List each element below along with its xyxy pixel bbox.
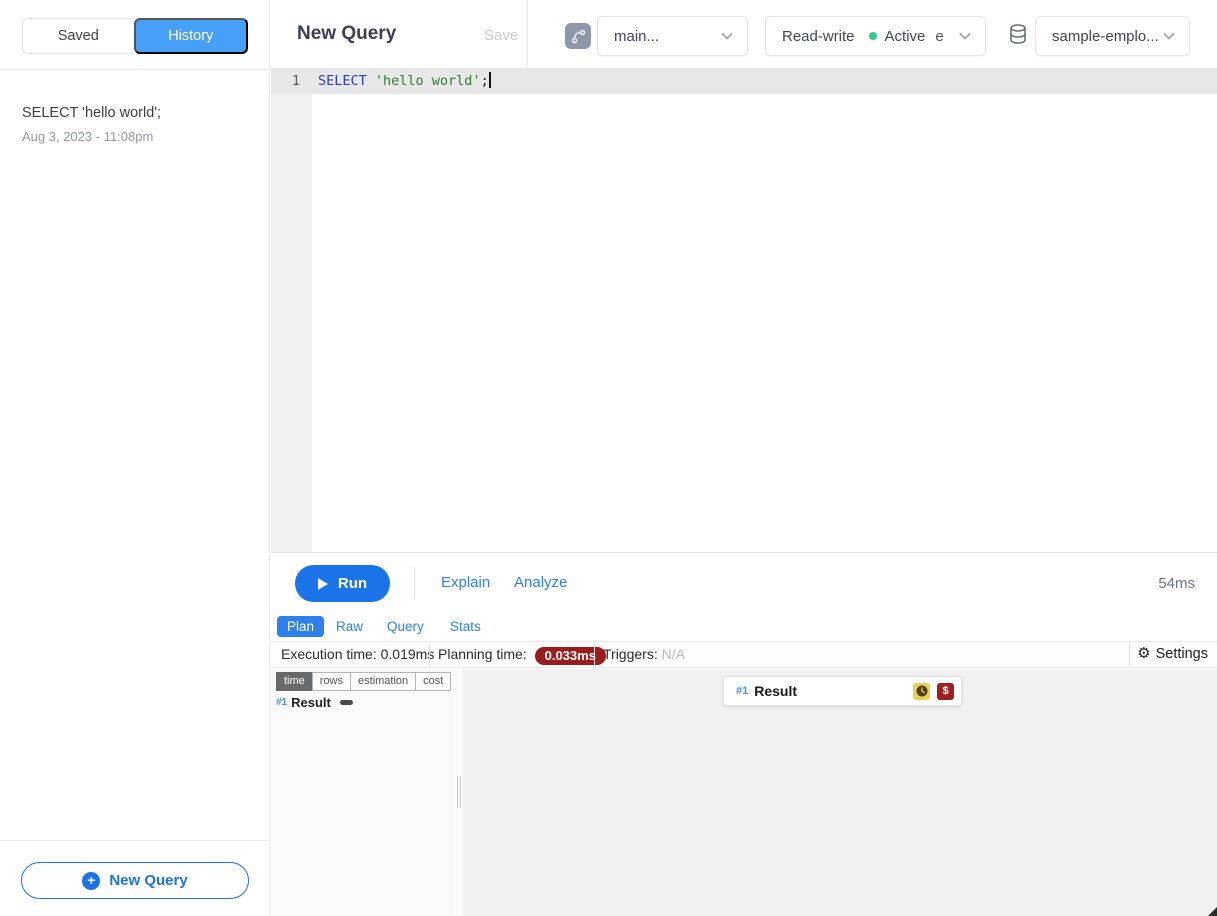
plan-stats-bar: Execution time: 0.019ms Planning time: 0…	[271, 641, 1217, 668]
database-select[interactable]: sample-emplo...	[1035, 16, 1190, 56]
plan-visualization: time rows estimation cost #1 Result #1 R…	[271, 669, 1217, 916]
time-badge	[913, 683, 930, 700]
run-label: Run	[338, 575, 367, 592]
endpoint-mode: Read-write	[782, 28, 855, 45]
page-title: New Query	[297, 23, 396, 45]
node-id: #1	[276, 697, 287, 708]
endpoint-suffix: e	[935, 28, 943, 45]
plus-icon: +	[82, 872, 100, 890]
run-toolbar: Run Explain Analyze 54ms	[271, 554, 1217, 611]
node-id: #1	[736, 685, 748, 697]
metric-tab-rows[interactable]: rows	[312, 672, 351, 691]
branch-select-value: main...	[614, 28, 659, 45]
metric-tab-cost[interactable]: cost	[415, 672, 451, 691]
sql-editor[interactable]: 1 SELECT 'hello world';	[271, 68, 1217, 553]
new-query-button[interactable]: + New Query	[21, 862, 249, 899]
plan-tree-panel: time rows estimation cost #1 Result	[271, 669, 455, 916]
new-query-label: New Query	[109, 872, 187, 889]
time-bar	[340, 700, 353, 705]
endpoint-select[interactable]: Read-write Active e	[765, 16, 986, 56]
save-button[interactable]: Save	[484, 27, 518, 44]
settings-label: Settings	[1156, 646, 1208, 662]
history-query-text: SELECT 'hello world';	[22, 103, 247, 123]
node-name: Result	[291, 695, 331, 710]
code-line: 1 SELECT 'hello world';	[271, 68, 1217, 94]
database-icon	[1007, 23, 1029, 50]
tab-history[interactable]: History	[134, 18, 249, 54]
status-dot-icon	[869, 32, 877, 40]
dollar-icon: $	[942, 685, 948, 697]
saved-history-toggle: Saved History	[22, 18, 248, 54]
triggers-value: N/A	[662, 646, 685, 662]
chevron-down-icon	[1163, 32, 1175, 40]
run-button[interactable]: Run	[295, 565, 390, 602]
metric-tab-time[interactable]: time	[276, 672, 313, 691]
result-tabs: Plan Raw Query Stats	[271, 611, 1217, 641]
sidebar-tab-bar: Saved History	[0, 0, 269, 70]
play-icon	[318, 578, 328, 590]
plan-node-card[interactable]: #1 Result $	[723, 676, 962, 706]
tab-raw[interactable]: Raw	[326, 616, 373, 637]
code-text: SELECT 'hello world';	[318, 68, 491, 94]
triggers: Triggers: N/A	[603, 646, 685, 662]
panel-splitter[interactable]	[455, 669, 463, 916]
cost-badge: $	[937, 683, 954, 700]
tab-plan[interactable]: Plan	[277, 616, 324, 637]
plan-tree-node-row[interactable]: #1 Result	[276, 695, 353, 710]
analyze-button[interactable]: Analyze	[514, 574, 567, 591]
query-duration: 54ms	[1158, 575, 1195, 592]
tab-stats[interactable]: Stats	[440, 616, 491, 637]
plan-canvas[interactable]: #1 Result $	[463, 669, 1217, 916]
resize-corner-handle[interactable]	[1208, 907, 1217, 916]
splitter-grip-icon	[457, 776, 461, 808]
toolbar-divider	[414, 567, 415, 599]
main-header: New Query Save main... Read-write Active…	[271, 0, 1217, 68]
explain-button[interactable]: Explain	[441, 574, 490, 591]
history-timestamp: Aug 3, 2023 - 11:08pm	[22, 129, 247, 144]
history-item[interactable]: SELECT 'hello world'; Aug 3, 2023 - 11:0…	[0, 71, 269, 158]
sidebar: Saved History SELECT 'hello world'; Aug …	[0, 0, 270, 916]
header-divider	[527, 0, 528, 68]
planning-time-badge: 0.033ms	[535, 647, 606, 665]
tab-query[interactable]: Query	[377, 616, 434, 637]
node-name: Result	[754, 683, 797, 699]
chevron-down-icon	[959, 32, 971, 40]
database-select-value: sample-emplo...	[1052, 28, 1159, 45]
sql-query-tool: Saved History SELECT 'hello world'; Aug …	[0, 0, 1217, 916]
branch-select[interactable]: main...	[597, 16, 748, 56]
plan-metric-tabs: time rows estimation cost	[276, 672, 451, 691]
metric-tab-estimation[interactable]: estimation	[350, 672, 416, 691]
chevron-down-icon	[721, 32, 733, 40]
execution-time: Execution time: 0.019ms	[281, 646, 434, 662]
execution-time-value: 0.019ms	[381, 646, 435, 662]
tab-saved[interactable]: Saved	[22, 18, 134, 54]
node-badges: $	[913, 683, 954, 700]
settings-button[interactable]: ⚙ Settings	[1137, 645, 1208, 663]
endpoint-status: Active	[885, 28, 926, 45]
planning-time: Planning time: 0.033ms	[438, 646, 606, 665]
line-number: 1	[271, 68, 312, 94]
gear-icon: ⚙	[1137, 645, 1150, 663]
text-cursor	[489, 72, 491, 88]
sidebar-footer: + New Query	[0, 840, 269, 916]
branch-icon	[565, 23, 591, 49]
history-list: SELECT 'hello world'; Aug 3, 2023 - 11:0…	[0, 71, 269, 158]
clock-icon	[916, 685, 928, 697]
